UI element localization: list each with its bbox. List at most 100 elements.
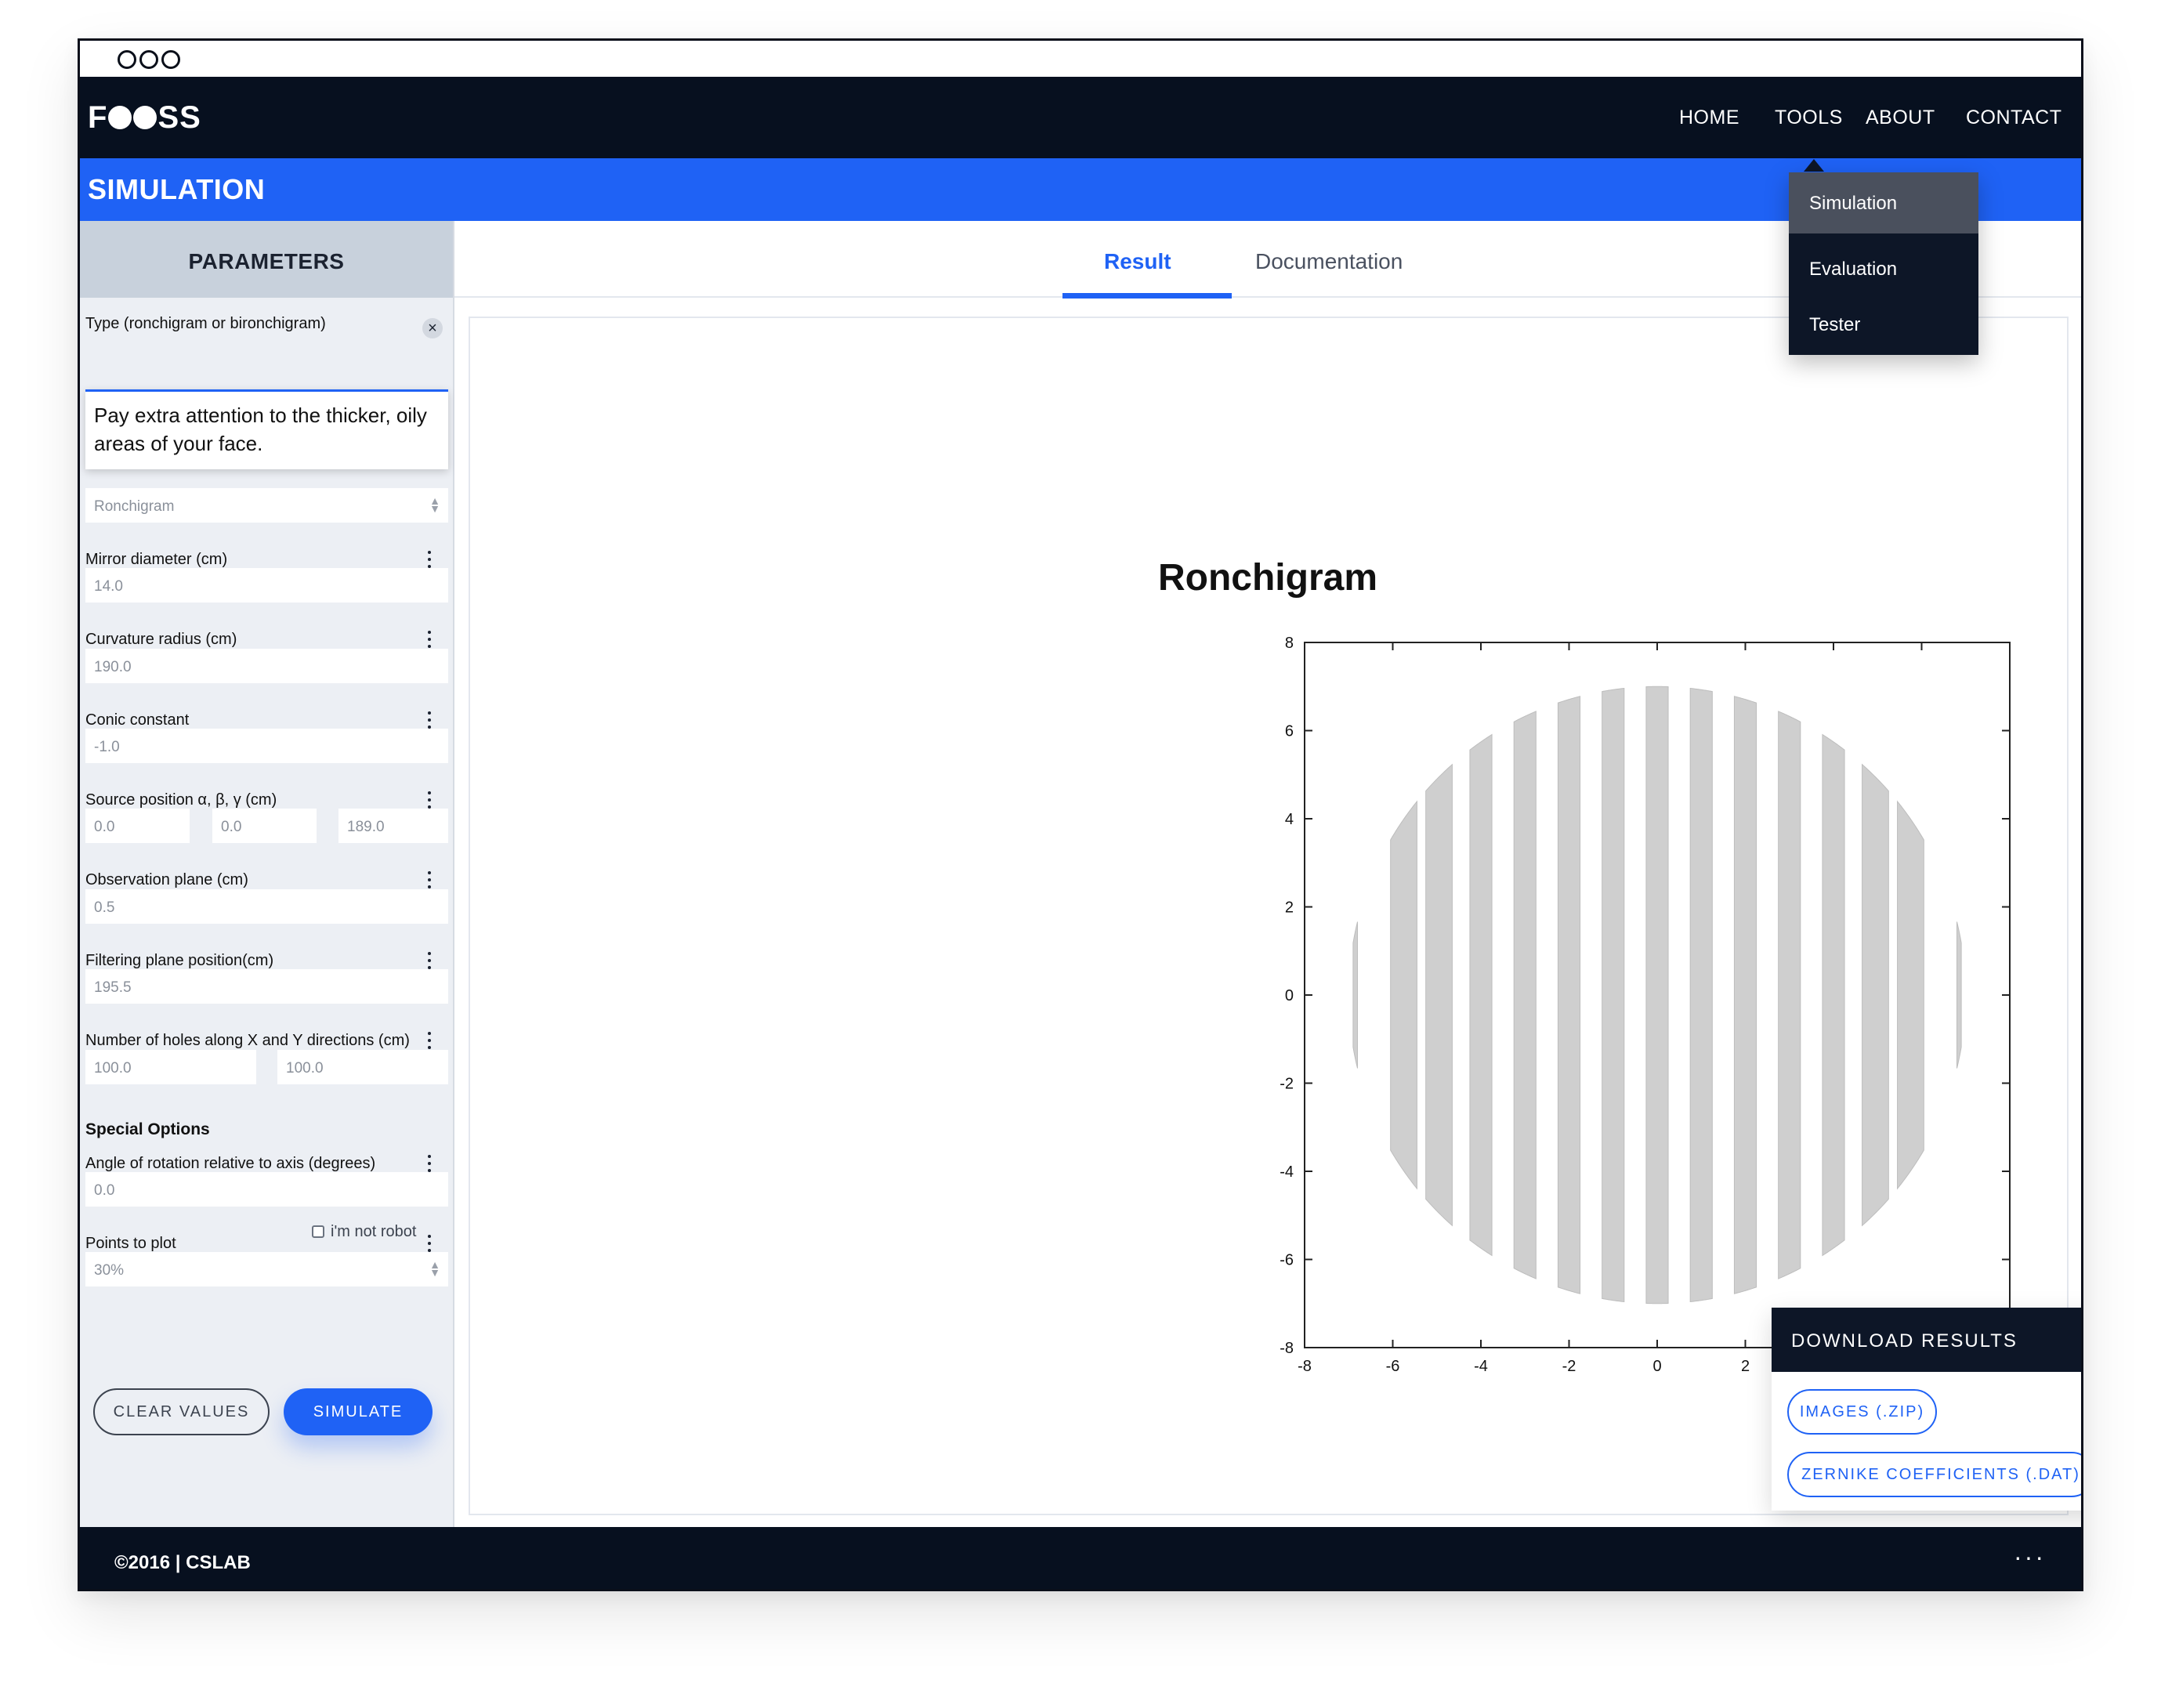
more-options-icon[interactable] — [428, 1032, 431, 1049]
tab-result[interactable]: Result — [1104, 249, 1171, 274]
curvature-radius-input[interactable]: 190.0 — [85, 649, 448, 683]
points-to-plot-select[interactable]: 30% ▲ ▼ — [85, 1252, 448, 1286]
x-tick-label: -2 — [1562, 1358, 1576, 1375]
y-tick-label: -2 — [1280, 1076, 1294, 1093]
fringe-band — [1513, 711, 1537, 1279]
holes-x-input[interactable]: 100.0 — [85, 1050, 256, 1084]
holes-label: Number of holes along X and Y directions… — [85, 1032, 410, 1049]
y-tick-label: -6 — [1280, 1252, 1294, 1269]
tooltip-text: Pay extra attention to the thicker, oily… — [94, 403, 427, 455]
ronchigram-chart: -8-6-4-20246886420-2-4-6-8 — [1280, 635, 2014, 1375]
more-options-icon[interactable] — [428, 871, 431, 888]
chart-title: Ronchigram — [1157, 557, 1378, 599]
parameters-header: PARAMETERS — [80, 221, 453, 298]
parameters-sidebar: PARAMETERS Type (ronchigram or bironchig… — [80, 221, 454, 1527]
fringe-band — [1778, 711, 1801, 1279]
fringe-band — [1733, 696, 1757, 1294]
conic-constant-input[interactable]: -1.0 — [85, 729, 448, 763]
y-tick-label: 8 — [1285, 635, 1294, 652]
more-options-icon[interactable] — [428, 791, 431, 809]
nav-tools[interactable]: TOOLS — [1775, 105, 1843, 130]
filtering-plane-input[interactable]: 195.5 — [85, 969, 448, 1004]
fringe-band — [1352, 921, 1358, 1069]
tooltip-popover: Pay extra attention to the thicker, oily… — [85, 389, 448, 469]
download-images-button[interactable]: IMAGES (.ZIP) — [1787, 1389, 1937, 1435]
dropdown-caret — [1804, 159, 1824, 172]
parameters-heading: PARAMETERS — [188, 249, 345, 273]
source-gamma-input[interactable]: 189.0 — [338, 809, 448, 843]
footer: ©2016 | CSLAB ··· — [80, 1527, 2081, 1589]
type-select-value: Ronchigram — [94, 498, 175, 515]
download-results-heading: DOWNLOAD RESULTS — [1791, 1330, 2018, 1352]
source-alpha-input[interactable]: 0.0 — [85, 809, 190, 843]
x-tick-label: -4 — [1474, 1358, 1488, 1375]
fringe-band — [1897, 800, 1924, 1190]
rotation-angle-input[interactable]: 0.0 — [85, 1172, 448, 1207]
fringe-band — [1602, 687, 1625, 1303]
select-arrows-icon: ▲ ▼ — [429, 1258, 440, 1279]
more-options-icon[interactable] — [428, 952, 431, 969]
type-label: Type (ronchigram or bironchigram) — [85, 315, 326, 332]
window-titlebar — [80, 41, 2081, 77]
window-minimize-control[interactable] — [139, 50, 158, 69]
nav-about[interactable]: ABOUT — [1866, 105, 1935, 130]
menu-item-simulation[interactable]: Simulation — [1789, 172, 1978, 233]
mirror-diameter-input[interactable]: 14.0 — [85, 568, 448, 603]
fringe-band — [1689, 687, 1713, 1303]
more-options-icon[interactable] — [428, 711, 431, 729]
source-position-label: Source position α, β, γ (cm) — [85, 791, 277, 809]
browser-window: F SS HOME TOOLS ABOUT CONTACT SIMULATION … — [78, 38, 2083, 1591]
more-options-icon[interactable] — [428, 631, 431, 648]
fringe-band — [1862, 763, 1889, 1227]
more-icon[interactable]: ··· — [2014, 1543, 2046, 1572]
fringe-band — [1822, 733, 1845, 1257]
fringe-band — [1425, 763, 1453, 1227]
more-options-icon[interactable] — [428, 551, 431, 568]
download-results-header: DOWNLOAD RESULTS — [1772, 1308, 2081, 1372]
not-robot-checkbox[interactable] — [312, 1225, 324, 1238]
more-options-icon[interactable] — [428, 1155, 431, 1172]
active-tab-indicator — [1062, 293, 1232, 299]
y-tick-label: -4 — [1280, 1163, 1294, 1181]
y-tick-label: 2 — [1285, 899, 1294, 917]
window-close-control[interactable] — [118, 50, 136, 69]
menu-item-evaluation[interactable]: Evaluation — [1789, 238, 1978, 299]
nav-contact[interactable]: CONTACT — [1966, 105, 2061, 130]
fringe-band — [1645, 686, 1669, 1305]
fringe-band — [1469, 733, 1493, 1257]
tools-dropdown-menu: Simulation Evaluation Tester — [1789, 172, 1978, 355]
window-maximize-control[interactable] — [161, 50, 180, 69]
close-icon[interactable]: × — [422, 318, 443, 338]
source-beta-input[interactable]: 0.0 — [212, 809, 317, 843]
fringe-band — [1557, 696, 1581, 1294]
nav-home[interactable]: HOME — [1679, 105, 1739, 130]
download-zernike-button[interactable]: ZERNIKE COEFFICIENTS (.DAT) — [1787, 1452, 2081, 1497]
clear-values-button[interactable]: CLEAR VALUES — [93, 1388, 270, 1435]
tab-documentation[interactable]: Documentation — [1255, 249, 1403, 274]
fringe-band — [1390, 800, 1417, 1190]
rotation-angle-label: Angle of rotation relative to axis (degr… — [85, 1155, 376, 1172]
observation-plane-label: Observation plane (cm) — [85, 871, 248, 888]
y-tick-label: -8 — [1280, 1340, 1294, 1357]
select-arrows-icon: ▲ ▼ — [429, 494, 440, 515]
y-tick-label: 4 — [1285, 811, 1294, 828]
x-tick-label: 0 — [1652, 1358, 1661, 1375]
conic-constant-label: Conic constant — [85, 711, 190, 729]
observation-plane-input[interactable]: 0.5 — [85, 889, 448, 924]
download-results-card: DOWNLOAD RESULTS IMAGES (.ZIP) ZERNIKE C… — [1772, 1308, 2081, 1511]
fringe-band — [1956, 921, 1962, 1069]
x-tick-label: 2 — [1741, 1358, 1750, 1375]
y-tick-label: 0 — [1285, 987, 1294, 1004]
not-robot-label: i'm not robot — [331, 1223, 417, 1240]
simulate-button[interactable]: SIMULATE — [284, 1388, 433, 1435]
curvature-radius-label: Curvature radius (cm) — [85, 631, 237, 648]
x-tick-label: -8 — [1298, 1358, 1312, 1375]
fooss-logo[interactable]: F SS — [88, 100, 201, 135]
more-options-icon[interactable] — [428, 1235, 431, 1252]
type-select[interactable]: Ronchigram ▲ ▼ — [85, 488, 448, 523]
menu-item-tester[interactable]: Tester — [1789, 294, 1978, 355]
holes-y-input[interactable]: 100.0 — [277, 1050, 448, 1084]
top-navbar: F SS HOME TOOLS ABOUT CONTACT — [80, 77, 2081, 158]
section-title-bar: SIMULATION — [80, 158, 2081, 221]
filtering-plane-label: Filtering plane position(cm) — [85, 952, 274, 969]
